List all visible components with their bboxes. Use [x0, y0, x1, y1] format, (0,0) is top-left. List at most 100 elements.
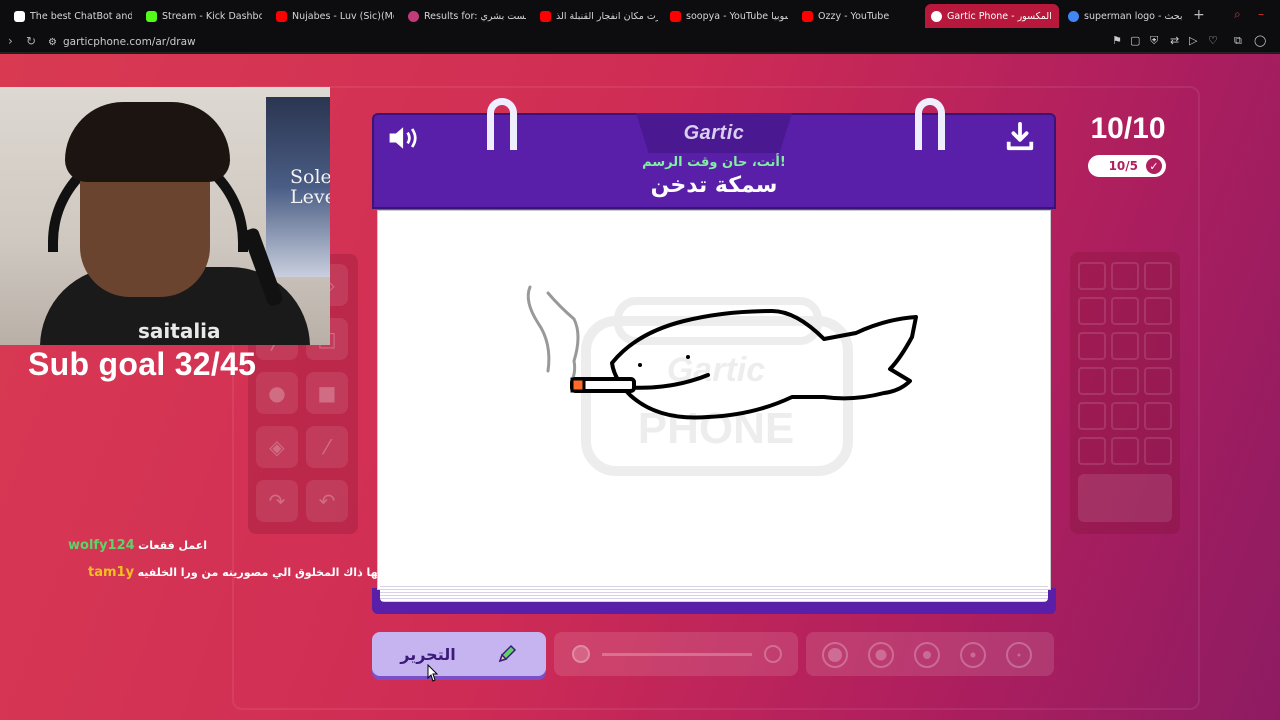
color-swatch[interactable]	[1111, 297, 1139, 325]
brush-size-option[interactable]	[1006, 642, 1032, 668]
done-button[interactable]: التحرير	[372, 632, 546, 676]
bookmark-icon[interactable]: ⚑	[1112, 34, 1122, 47]
prompt-word: سمكة تدخن	[650, 173, 778, 198]
color-swatch[interactable]	[1078, 437, 1106, 465]
color-swatch[interactable]	[1111, 367, 1139, 395]
profile-icon[interactable]: ◯	[1254, 34, 1266, 47]
color-swatch[interactable]	[1078, 367, 1106, 395]
browser-tab[interactable]: soopya - YouTube سوبيا	[664, 4, 794, 28]
ellipse-tool-icon[interactable]: ●	[256, 372, 298, 414]
search-tabs-icon[interactable]: ⌕	[1234, 7, 1241, 22]
sound-icon[interactable]	[386, 123, 426, 155]
color-swatch[interactable]	[1111, 402, 1139, 430]
players-done-count: 10/5	[1108, 159, 1138, 173]
color-swatch[interactable]	[1111, 262, 1139, 290]
mouse-cursor-icon	[427, 664, 439, 682]
browser-tab-bar: The best ChatBot and W Stream - Kick Das…	[0, 0, 1280, 31]
gartic-logo-text: Gartic	[683, 121, 745, 144]
brush-size-option[interactable]	[960, 642, 986, 668]
chat-username: wolfy124	[68, 538, 135, 553]
translate-icon[interactable]: ⇄	[1170, 34, 1179, 47]
opacity-min-icon	[572, 645, 590, 663]
eyedropper-icon[interactable]: ⁄	[306, 426, 348, 468]
url-field[interactable]: ⚙ garticphone.com/ar/draw	[48, 33, 196, 51]
color-swatch[interactable]	[1111, 437, 1139, 465]
drawing: Gartic PHONE	[526, 285, 918, 476]
color-swatch[interactable]	[1144, 297, 1172, 325]
reload-icon[interactable]: ↻	[26, 34, 36, 48]
undo-icon[interactable]: ↷	[256, 480, 298, 522]
google-favicon-icon	[1068, 10, 1079, 22]
chat-text: اعمل فقعات	[138, 539, 207, 552]
color-swatch[interactable]	[1078, 297, 1106, 325]
minimize-icon[interactable]: –	[1258, 7, 1264, 21]
prompt-header: Gartic أنت، حان وقت الرسم! سمكة تدخن	[372, 113, 1056, 209]
opacity-slider[interactable]	[602, 653, 752, 656]
sketchbook-pages	[380, 584, 1048, 602]
chat-message: wolfy124 اعمل فقعات	[68, 538, 207, 553]
browser-tab[interactable]: Results for: لست بشري U	[402, 4, 532, 28]
gartic-favicon-icon	[931, 10, 942, 22]
kick-favicon-icon	[146, 10, 157, 22]
browser-tab[interactable]: زرت مكان انفجار القنبلة الذ	[534, 4, 664, 28]
brush-size-option[interactable]	[868, 642, 894, 668]
youtube-favicon-icon	[670, 10, 681, 22]
opacity-slider-panel	[554, 632, 798, 676]
browser-tab[interactable]: superman logo - بحث Go	[1062, 4, 1190, 28]
filled-rect-tool-icon[interactable]: ■	[306, 372, 348, 414]
screenshot-icon[interactable]: ▢	[1130, 34, 1140, 47]
drawing-canvas[interactable]: Gartic PHONE	[377, 210, 1051, 590]
check-icon: ✓	[1146, 158, 1162, 174]
color-swatch[interactable]	[1144, 332, 1172, 360]
extensions-icon[interactable]: ⧉	[1234, 34, 1242, 48]
color-swatch[interactable]	[1144, 367, 1172, 395]
brush-size-option[interactable]	[822, 642, 848, 668]
brush-size-option[interactable]	[914, 642, 940, 668]
browser-tab[interactable]: Ozzy - YouTube	[796, 4, 922, 28]
color-swatch[interactable]	[1144, 437, 1172, 465]
redo-icon[interactable]: ↶	[306, 480, 348, 522]
binder-ring	[487, 98, 517, 150]
color-swatch[interactable]	[1078, 262, 1106, 290]
color-swatch[interactable]	[1144, 262, 1172, 290]
fill-bucket-icon[interactable]: ◈	[256, 426, 298, 468]
browser-tab-active[interactable]: Gartic Phone - ف المكسور	[925, 4, 1059, 28]
streamer-hair	[65, 102, 230, 182]
address-bar: › ↻ ⚙ garticphone.com/ar/draw ⚑ ▢ ⛨ ⇄ ▷ …	[0, 31, 1280, 53]
youtube-favicon-icon	[276, 10, 287, 22]
selected-color-swatch[interactable]	[1078, 474, 1172, 522]
chatbot-favicon-icon	[14, 10, 25, 22]
prompt-subtitle: أنت، حان وقت الرسم!	[642, 155, 786, 170]
youtube-favicon-icon	[540, 10, 551, 22]
chat-username: tam1y	[88, 565, 135, 580]
play-icon[interactable]: ▷	[1189, 34, 1197, 47]
webcam-overlay: Sole Level saitalia	[0, 87, 330, 345]
color-swatch[interactable]	[1078, 402, 1106, 430]
chat-message: tam1y كانها ذاك المخلوق الي مصورينه من و…	[88, 565, 408, 580]
sub-goal-text: Sub goal 32/45	[28, 346, 257, 382]
wallet-icon[interactable]: ♡	[1208, 34, 1218, 47]
new-tab-plus-icon[interactable]: +	[1193, 7, 1205, 23]
shirt-text: saitalia	[138, 319, 221, 343]
players-done-pill: 10/5 ✓	[1088, 155, 1166, 177]
color-swatch[interactable]	[1144, 402, 1172, 430]
round-counter: 10/10	[1090, 112, 1166, 145]
browser-tab[interactable]: Nujabes - Luv (Sic)(Mo	[270, 4, 400, 28]
done-button-label: التحرير	[400, 644, 456, 664]
site-info-icon[interactable]: ⚙	[48, 37, 57, 48]
browser-tab[interactable]: The best ChatBot and W	[8, 4, 138, 28]
download-icon[interactable]	[1004, 121, 1044, 155]
browser-tab[interactable]: Stream - Kick Dashboar	[140, 4, 268, 28]
shield-icon[interactable]: ⛨	[1150, 34, 1158, 48]
forward-icon[interactable]: ›	[8, 34, 13, 48]
color-swatch[interactable]	[1078, 332, 1106, 360]
results-favicon-icon	[408, 10, 419, 22]
poster-text: Sole Level	[290, 166, 330, 208]
pencil-icon	[498, 644, 516, 663]
youtube-favicon-icon	[802, 10, 813, 22]
binder-ring	[915, 98, 945, 150]
opacity-max-icon	[764, 645, 782, 663]
url-text: garticphone.com/ar/draw	[62, 36, 196, 48]
brush-size-panel	[806, 632, 1054, 676]
color-swatch[interactable]	[1111, 332, 1139, 360]
